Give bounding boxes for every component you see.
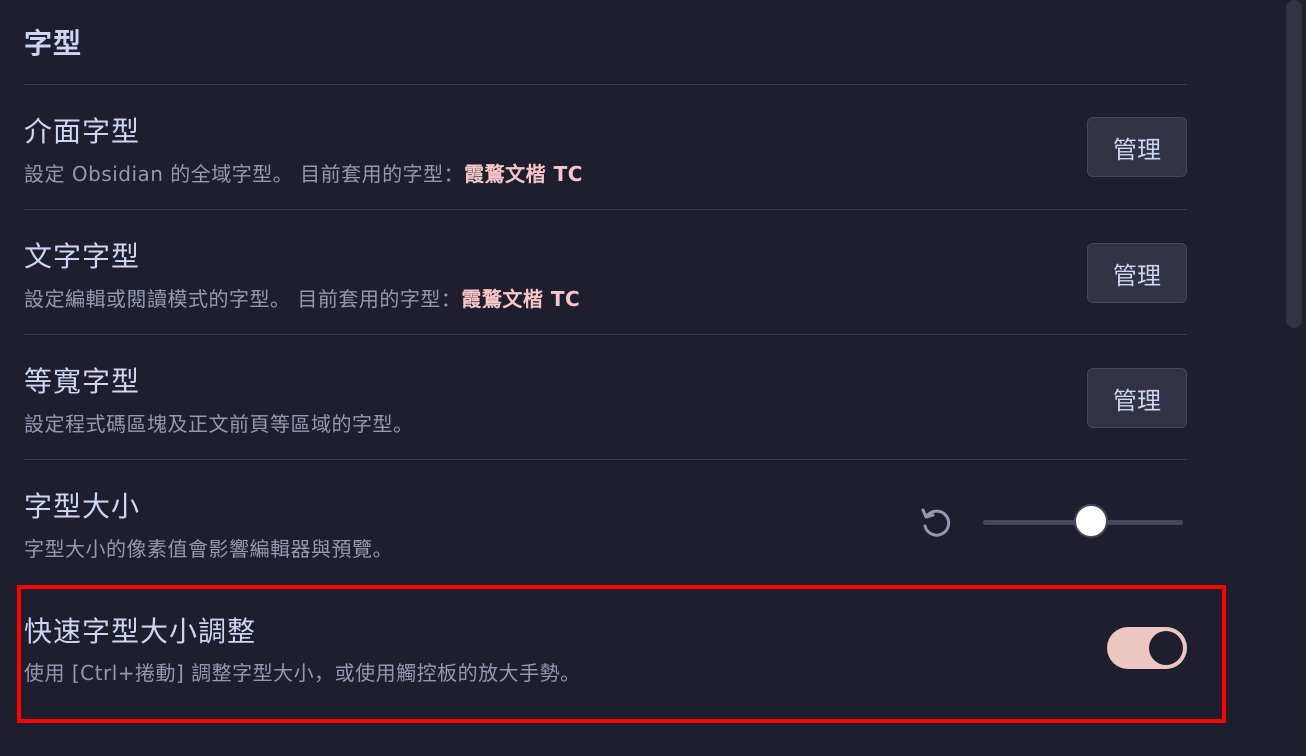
- divider: [24, 334, 1187, 335]
- divider: [24, 209, 1187, 210]
- desc-text: 設定 Obsidian 的全域字型。 目前套用的字型：: [24, 162, 465, 186]
- manage-interface-font-button[interactable]: 管理: [1087, 117, 1187, 177]
- setting-name-interface-font: 介面字型: [24, 115, 141, 148]
- current-font-value: 霞鶩文楷 TC: [461, 287, 581, 311]
- scrollbar[interactable]: [1286, 0, 1302, 328]
- setting-name-monospace-font: 等寬字型: [24, 365, 141, 398]
- setting-desc-interface-font: 設定 Obsidian 的全域字型。 目前套用的字型：霞鶩文楷 TC: [24, 158, 583, 187]
- setting-desc-text-font: 設定編輯或閱讀模式的字型。 目前套用的字型：霞鶩文楷 TC: [24, 283, 580, 312]
- divider: [24, 459, 1187, 460]
- manage-text-font-button[interactable]: 管理: [1087, 243, 1187, 303]
- highlight-box: [17, 585, 1226, 723]
- manage-monospace-font-button[interactable]: 管理: [1087, 368, 1187, 428]
- settings-page: 字型 介面字型 設定 Obsidian 的全域字型。 目前套用的字型：霞鶩文楷 …: [0, 0, 1306, 756]
- setting-name-text-font: 文字字型: [24, 240, 141, 273]
- reset-icon[interactable]: [918, 504, 956, 542]
- desc-text: 設定編輯或閱讀模式的字型。 目前套用的字型：: [24, 287, 462, 311]
- setting-name-font-size: 字型大小: [24, 490, 141, 523]
- font-size-slider-thumb[interactable]: [1074, 504, 1108, 538]
- section-title: 字型: [24, 27, 83, 60]
- setting-desc-font-size: 字型大小的像素值會影響編輯器與預覽。: [24, 537, 393, 561]
- divider: [24, 84, 1187, 85]
- current-font-value: 霞鶩文楷 TC: [464, 162, 583, 186]
- setting-desc-monospace-font: 設定程式碼區塊及正文前頁等區域的字型。: [24, 412, 414, 436]
